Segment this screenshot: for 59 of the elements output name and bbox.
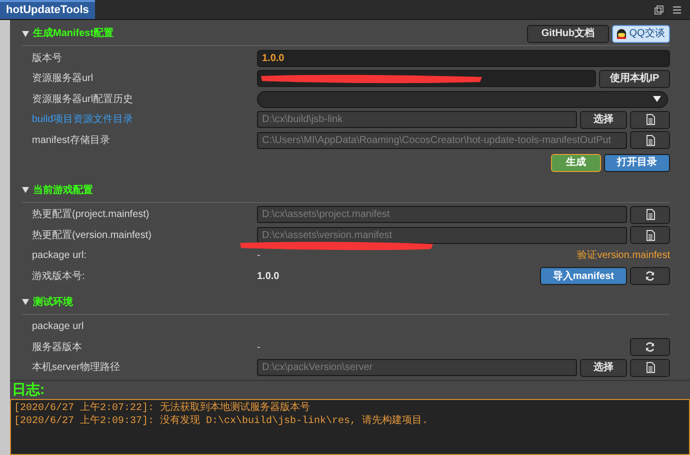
action-button[interactable]: 导入manifest [540, 267, 627, 286]
action-button[interactable]: 选择 [580, 110, 627, 129]
field-label: 热更配置(version.mainfest) [32, 228, 152, 243]
popout-icon[interactable] [654, 4, 664, 14]
field-label: 资源服务器url配置历史 [32, 92, 134, 107]
verify-link[interactable]: 验证version.mainfest [577, 248, 670, 264]
refresh-icon [645, 342, 655, 352]
dropdown-arrow-icon [653, 96, 661, 102]
expanded-caret-icon[interactable] [22, 187, 29, 193]
document-icon [646, 134, 654, 146]
field-label: 游戏版本号: [32, 270, 86, 284]
log-line: [2020/6/27 上午2:09:37]: 没有发现 D:\cx\build\jsb-link\res, 请先构建项目. [14, 415, 430, 428]
field-label: 热更配置(project.mainfest) [32, 208, 150, 222]
document-icon [646, 362, 654, 374]
field-value: - [257, 249, 260, 264]
section-title: 生成Manifest配置 [33, 26, 114, 41]
log-line: [2020/6/27 上午2:07:22]: 无法获取到本地测试服务器版本号 [14, 402, 312, 414]
url-input[interactable] [257, 70, 596, 88]
document-button[interactable] [630, 131, 670, 150]
action-button[interactable]: 选择 [580, 358, 627, 377]
field-label: 版本号 [32, 52, 63, 66]
refresh-button[interactable] [630, 267, 670, 286]
field-label: 本机server物理路径 [32, 360, 121, 376]
document-icon [646, 230, 654, 241]
path-field[interactable]: D:\cx\assets\project.manifest [257, 206, 627, 224]
generate-button[interactable]: 生成 [551, 154, 601, 172]
path-field[interactable]: D:\cx\build\jsb-link [257, 111, 577, 128]
panel-tab[interactable]: hotUpdateTools [0, 0, 95, 19]
path-field[interactable]: C:\Users\MI\AppData\Roaming\CocosCreator\hot-update-tools-manifestOutPut [257, 132, 627, 149]
docs-button[interactable]: GitHub文档 [527, 24, 609, 42]
section-title: 测试环境 [33, 295, 73, 310]
field-label: package url [32, 320, 85, 334]
path-field[interactable]: D:\cx\packVersion\server [257, 359, 577, 376]
path-field[interactable]: D:\cx\assets\version.manifest [257, 226, 627, 244]
document-icon [646, 209, 654, 220]
version-input[interactable]: 1.0.0 [257, 50, 670, 67]
field-label: 服务器版本 [32, 340, 83, 355]
expanded-caret-icon[interactable] [22, 30, 29, 36]
field-label: 资源服务器url [32, 72, 94, 86]
field-label: build项目资源文件目录 [32, 112, 134, 128]
penguin-icon [617, 28, 626, 38]
expanded-caret-icon[interactable] [22, 299, 29, 305]
field-value: 1.0.0 [257, 270, 280, 284]
action-button[interactable]: 打开目录 [604, 154, 670, 172]
section-title: 当前游戏配置 [33, 184, 93, 198]
document-button[interactable] [630, 206, 670, 224]
menu-icon[interactable] [672, 4, 682, 14]
refresh-icon [645, 271, 655, 282]
action-button[interactable]: 使用本机IP [599, 70, 670, 88]
refresh-button[interactable] [630, 338, 670, 356]
document-button[interactable] [630, 226, 670, 244]
qq-chat-button[interactable]: QQ交谈 [612, 24, 670, 42]
document-button[interactable] [630, 358, 670, 377]
field-label: package url: [32, 249, 88, 264]
field-label: manifest存储目录 [32, 134, 111, 148]
document-button[interactable] [630, 110, 670, 129]
document-icon [646, 114, 654, 126]
field-value: - [257, 340, 260, 355]
log-title: 日志: [11, 381, 46, 397]
